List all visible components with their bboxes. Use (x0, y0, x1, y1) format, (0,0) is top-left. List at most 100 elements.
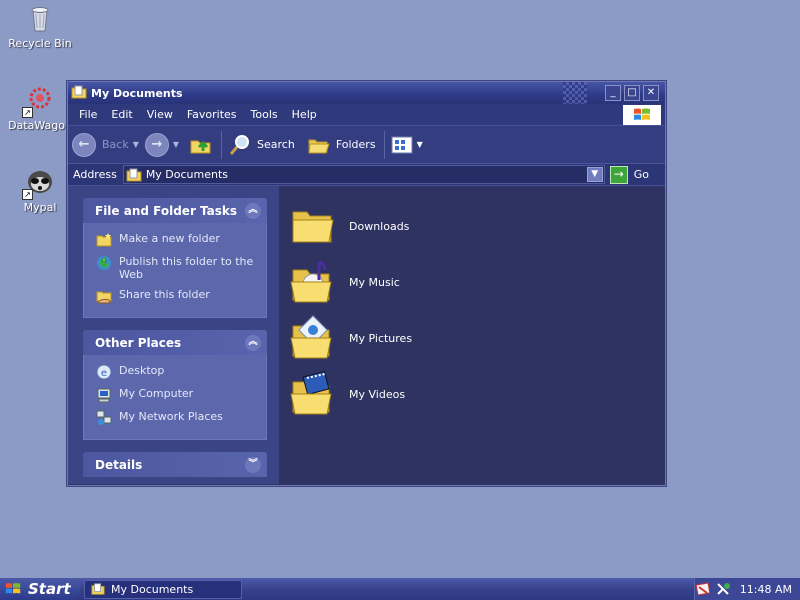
up-folder-button[interactable] (189, 133, 213, 157)
panel-title: File and Folder Tasks (95, 203, 238, 218)
go-arrow-icon: → (609, 165, 628, 184)
chevron-down-icon[interactable]: ▼ (417, 140, 423, 149)
panel-body: e Desktop My Computer My Network Places (83, 355, 267, 440)
place-label: My Network Places (119, 410, 223, 423)
back-label: Back (102, 138, 129, 151)
panel-body: Make a new folder Publish this folder to… (83, 223, 267, 318)
clock[interactable]: 11:48 AM (740, 583, 792, 596)
minimize-button[interactable]: _ (605, 85, 621, 101)
desktop-icon: e (96, 364, 112, 380)
task-pane: File and Folder Tasks ︽ Make a new folde… (68, 186, 279, 484)
titlebar-decoration (563, 82, 587, 104)
window-titlebar[interactable]: My Documents _ □ ✕ (68, 82, 665, 104)
svg-text:e: e (101, 368, 107, 379)
place-label: My Computer (119, 387, 194, 400)
forward-button[interactable]: → ▼ (144, 132, 179, 157)
task-make-new-folder[interactable]: Make a new folder (96, 232, 256, 248)
folder-label: My Videos (349, 387, 406, 401)
shortcut-arrow-icon: ↗ (22, 107, 33, 118)
menu-help[interactable]: Help (285, 108, 324, 121)
folder-label: My Music (349, 275, 400, 289)
system-tray: 11:48 AM (694, 578, 800, 600)
taskbar-window-label: My Documents (111, 582, 194, 596)
place-desktop[interactable]: e Desktop (96, 364, 256, 380)
folder-icon (292, 211, 334, 243)
panel-header[interactable]: Other Places ︽ (83, 330, 267, 355)
folders-icon (308, 139, 330, 153)
maximize-button[interactable]: □ (624, 85, 640, 101)
folder-icon (71, 84, 87, 103)
task-share-folder[interactable]: Share this folder (96, 288, 256, 304)
close-button[interactable]: ✕ (643, 85, 659, 101)
go-button[interactable]: → Go (609, 165, 649, 184)
globe-icon (97, 256, 111, 270)
toolbar-separator (383, 130, 385, 159)
desktop-icon-recycle-bin[interactable]: Recycle Bin (2, 2, 78, 50)
file-folder-tasks-panel: File and Folder Tasks ︽ Make a new folde… (83, 198, 267, 318)
tray-app-icon[interactable] (695, 581, 712, 597)
taskbar: Start My Documents 11:48 AM (0, 578, 800, 600)
up-folder-icon (190, 140, 211, 153)
taskbar-window-button[interactable]: My Documents (84, 579, 242, 599)
folder-view: Downloads My Music My Pictures My Videos (279, 186, 665, 484)
menu-view[interactable]: View (140, 108, 180, 121)
panel-header[interactable]: Details ︾ (83, 452, 267, 477)
panel-title: Other Places (95, 335, 182, 350)
my-computer-icon (97, 388, 111, 403)
task-label: Publish this folder to the Web (119, 255, 254, 281)
start-label: Start (28, 580, 71, 598)
folder-my-pictures[interactable]: My Pictures (289, 310, 665, 366)
search-label: Search (257, 138, 295, 151)
collapse-chevron-icon[interactable]: ︽ (245, 202, 261, 219)
windows-logo-icon (5, 583, 21, 594)
videos-folder-icon (290, 370, 332, 415)
start-button[interactable]: Start (0, 578, 80, 600)
other-places-panel: Other Places ︽ e Desktop My Computer My … (83, 330, 267, 440)
folders-label: Folders (335, 138, 376, 151)
expand-chevron-icon[interactable]: ︾ (245, 456, 261, 473)
window-title: My Documents (91, 86, 183, 100)
go-label: Go (633, 168, 649, 181)
views-icon (391, 136, 413, 153)
explorer-window: My Documents _ □ ✕ File Edit View Favori… (67, 81, 666, 486)
menu-bar: File Edit View Favorites Tools Help (68, 104, 665, 126)
place-my-computer[interactable]: My Computer (96, 387, 256, 403)
task-label: Make a new folder (119, 232, 220, 245)
address-dropdown-button[interactable]: ▼ (586, 167, 603, 182)
network-tray-icon[interactable] (715, 581, 731, 597)
place-my-network-places[interactable]: My Network Places (96, 410, 256, 426)
folder-downloads[interactable]: Downloads (289, 198, 665, 254)
task-label: Share this folder (119, 288, 210, 301)
shortcut-arrow-icon: ↗ (22, 189, 33, 200)
chevron-down-icon[interactable]: ▼ (173, 140, 179, 149)
menu-edit[interactable]: Edit (104, 108, 139, 121)
forward-arrow-icon: → (144, 132, 169, 157)
search-icon (229, 134, 250, 155)
datawagon-icon: ↗ (22, 84, 56, 118)
folders-button[interactable]: Folders (307, 133, 376, 157)
address-label: Address (73, 168, 117, 181)
address-bar: Address My Documents ▼ → Go (68, 164, 665, 186)
address-value: My Documents (145, 168, 229, 181)
search-button[interactable]: Search (228, 133, 295, 157)
music-folder-icon (290, 260, 332, 303)
folder-label: Downloads (349, 219, 410, 233)
collapse-chevron-icon[interactable]: ︽ (245, 334, 261, 351)
details-panel: Details ︾ (83, 452, 267, 477)
panel-header[interactable]: File and Folder Tasks ︽ (83, 198, 267, 223)
new-folder-icon (96, 233, 112, 247)
address-field[interactable]: My Documents ▼ (122, 165, 605, 184)
folder-my-music[interactable]: My Music (289, 254, 665, 310)
place-label: Desktop (119, 364, 165, 377)
back-button[interactable]: ← Back ▼ (72, 132, 139, 157)
recycle-bin-icon (24, 2, 56, 34)
chevron-down-icon[interactable]: ▼ (133, 140, 139, 149)
task-publish-folder[interactable]: Publish this folder to the Web (96, 255, 256, 281)
menu-tools[interactable]: Tools (244, 108, 285, 121)
menu-file[interactable]: File (72, 108, 104, 121)
menu-favorites[interactable]: Favorites (180, 108, 244, 121)
windows-logo-icon (623, 105, 661, 125)
folder-icon (126, 168, 142, 181)
folder-my-videos[interactable]: My Videos (289, 366, 665, 422)
views-button[interactable]: ▼ (391, 136, 423, 154)
